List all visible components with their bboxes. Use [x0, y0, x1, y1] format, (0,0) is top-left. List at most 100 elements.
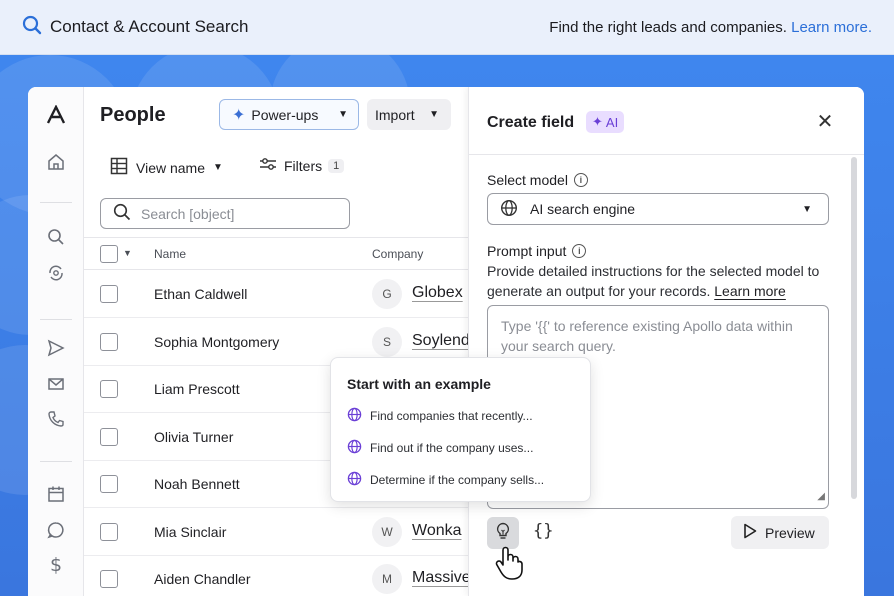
banner-tagline-text: Find the right leads and companies. [549, 18, 787, 36]
preview-label: Preview [765, 524, 815, 541]
ai-badge: ✦ AI [586, 111, 625, 133]
home-icon[interactable] [46, 152, 66, 172]
view-name-label: View name [136, 159, 206, 176]
view-name-dropdown[interactable]: View name ▼ [110, 157, 223, 178]
create-field-panel: Create field ✦ AI ✕ Select model i AI se… [468, 87, 864, 596]
banner-tagline: Find the right leads and companies. Lear… [549, 19, 872, 36]
filters-label: Filters [284, 157, 323, 174]
select-all-checkbox[interactable] [100, 245, 118, 263]
search-icon [113, 203, 131, 224]
examples-title: Start with an example [347, 376, 491, 392]
prompt-placeholder: Type '{{' to reference existing Apollo d… [501, 318, 793, 354]
sparkle-icon: ✦ [232, 106, 246, 124]
banner-title: Contact & Account Search [50, 17, 249, 36]
panel-scrollbar[interactable] [851, 157, 857, 499]
people-view: People ✦ Power-ups ▼ Import ▼ View name … [84, 87, 496, 596]
row-company-link[interactable]: Wonka [412, 522, 468, 540]
rail-divider [40, 461, 72, 462]
model-select-value: AI search engine [530, 201, 636, 217]
globe-icon [347, 471, 362, 489]
mail-icon[interactable] [46, 374, 66, 394]
prompt-learn-more-link[interactable]: Learn more [714, 283, 786, 299]
table-row[interactable]: Aiden Chandler M Massive [84, 555, 496, 596]
example-item[interactable]: Determine if the company sells... [347, 471, 544, 489]
app-window: $ People ✦ Power-ups ▼ Import ▼ View nam… [28, 87, 864, 596]
example-item[interactable]: Find out if the company uses... [347, 439, 533, 457]
chevron-down-icon: ▼ [802, 203, 812, 215]
nav-rail: $ [28, 87, 84, 596]
row-checkbox[interactable] [100, 570, 118, 588]
create-field-title: Create field [487, 114, 575, 131]
prompt-description: Provide detailed instructions for the se… [487, 261, 832, 301]
column-header-name[interactable]: Name [154, 247, 186, 261]
preview-button[interactable]: Preview [731, 516, 829, 549]
filter-sliders-icon [259, 157, 277, 174]
globe-icon [500, 199, 518, 220]
search-icon[interactable] [46, 227, 66, 247]
company-avatar: G [372, 279, 402, 309]
table-row[interactable]: Mia Sinclair W Wonka [84, 508, 496, 556]
hand-pointer-cursor-icon [494, 545, 524, 586]
phone-icon[interactable] [46, 409, 66, 429]
prompt-input-label-text: Prompt input [487, 243, 567, 259]
info-icon[interactable]: i [573, 173, 588, 187]
search-input[interactable]: Search [object] [100, 198, 350, 229]
row-name[interactable]: Ethan Caldwell [154, 286, 247, 302]
banner-learn-more-link[interactable]: Learn more. [791, 19, 872, 36]
chevron-down-icon: ▼ [213, 162, 223, 173]
company-avatar: S [372, 326, 402, 357]
ai-badge-label: AI [605, 114, 619, 130]
table-row[interactable]: Ethan Caldwell G Globex [84, 270, 496, 318]
row-name[interactable]: Olivia Turner [154, 429, 233, 445]
row-company-link[interactable]: Globex [412, 284, 468, 302]
insert-variable-button[interactable]: {} [533, 521, 553, 541]
table-icon [110, 157, 128, 178]
filters-button[interactable]: Filters 1 [259, 157, 345, 174]
examples-popover: Start with an example Find companies tha… [330, 357, 591, 502]
panel-divider [469, 154, 864, 155]
row-checkbox[interactable] [100, 522, 118, 541]
apollo-logo-icon[interactable] [46, 105, 66, 125]
filters-count-badge: 1 [328, 158, 345, 173]
row-name[interactable]: Liam Prescott [154, 381, 240, 397]
play-icon [743, 523, 757, 542]
row-company-link[interactable]: Massive [412, 569, 468, 587]
example-item[interactable]: Find companies that recently... [347, 407, 533, 425]
model-select[interactable]: AI search engine ▼ [487, 193, 829, 225]
resize-handle-icon[interactable]: ◢ [817, 487, 825, 507]
column-header-company[interactable]: Company [372, 247, 423, 261]
example-item-label: Find out if the company uses... [370, 441, 534, 455]
import-label: Import [375, 106, 415, 123]
chevron-down-icon[interactable]: ▼ [123, 248, 132, 258]
company-avatar: W [372, 516, 402, 547]
table-header: ▼ Name Company [84, 237, 496, 270]
select-model-label: Select model i [487, 172, 588, 188]
example-item-label: Find companies that recently... [370, 409, 533, 423]
import-button[interactable]: Import ▼ [367, 99, 451, 130]
row-checkbox[interactable] [100, 285, 118, 303]
row-checkbox[interactable] [100, 380, 118, 398]
dollar-icon[interactable]: $ [46, 554, 66, 576]
row-name[interactable]: Noah Bennett [154, 476, 240, 492]
globe-icon [347, 407, 362, 425]
rail-divider [40, 319, 72, 320]
search-placeholder: Search [object] [141, 205, 235, 222]
globe-icon [347, 439, 362, 457]
row-checkbox[interactable] [100, 475, 118, 493]
power-ups-button[interactable]: ✦ Power-ups ▼ [219, 99, 359, 130]
refresh-search-icon[interactable] [46, 263, 66, 283]
send-icon[interactable] [46, 338, 66, 358]
rail-divider [40, 202, 72, 203]
lightbulb-icon [495, 522, 511, 545]
row-name[interactable]: Aiden Chandler [154, 571, 251, 587]
row-name[interactable]: Mia Sinclair [154, 524, 226, 540]
row-checkbox[interactable] [100, 427, 118, 446]
chevron-down-icon: ▼ [338, 109, 348, 120]
row-company-link[interactable]: Soylend [412, 332, 468, 350]
row-name[interactable]: Sophia Montgomery [154, 334, 279, 350]
chat-icon[interactable] [46, 520, 66, 540]
calendar-icon[interactable] [46, 484, 66, 504]
info-icon[interactable]: i [572, 244, 587, 258]
close-icon[interactable]: ✕ [815, 112, 835, 132]
row-checkbox[interactable] [100, 332, 118, 351]
